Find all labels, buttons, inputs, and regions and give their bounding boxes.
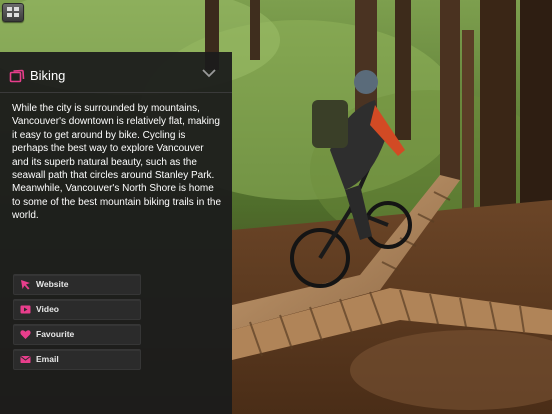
website-button[interactable]: Website	[13, 274, 141, 295]
grid-menu-button[interactable]	[2, 3, 24, 22]
envelope-icon	[20, 356, 31, 363]
play-icon	[20, 305, 31, 314]
cursor-arrow-icon	[21, 280, 30, 290]
photo-stack-icon	[9, 69, 25, 83]
info-panel: Biking While the city is surrounded by m…	[0, 52, 232, 414]
email-button[interactable]: Email	[13, 349, 141, 370]
video-button[interactable]: Video	[13, 299, 141, 320]
heart-icon	[20, 330, 31, 339]
divider	[0, 92, 232, 93]
video-label: Video	[36, 304, 59, 314]
favourite-label: Favourite	[36, 329, 75, 339]
email-label: Email	[36, 354, 59, 364]
panel-title: Biking	[30, 68, 66, 83]
chevron-down-icon[interactable]	[201, 67, 217, 79]
panel-header[interactable]: Biking	[0, 62, 232, 90]
panel-description: While the city is surrounded by mountain…	[12, 103, 222, 222]
favourite-button[interactable]: Favourite	[13, 324, 141, 345]
website-label: Website	[36, 279, 69, 289]
grid-icon	[7, 7, 19, 17]
